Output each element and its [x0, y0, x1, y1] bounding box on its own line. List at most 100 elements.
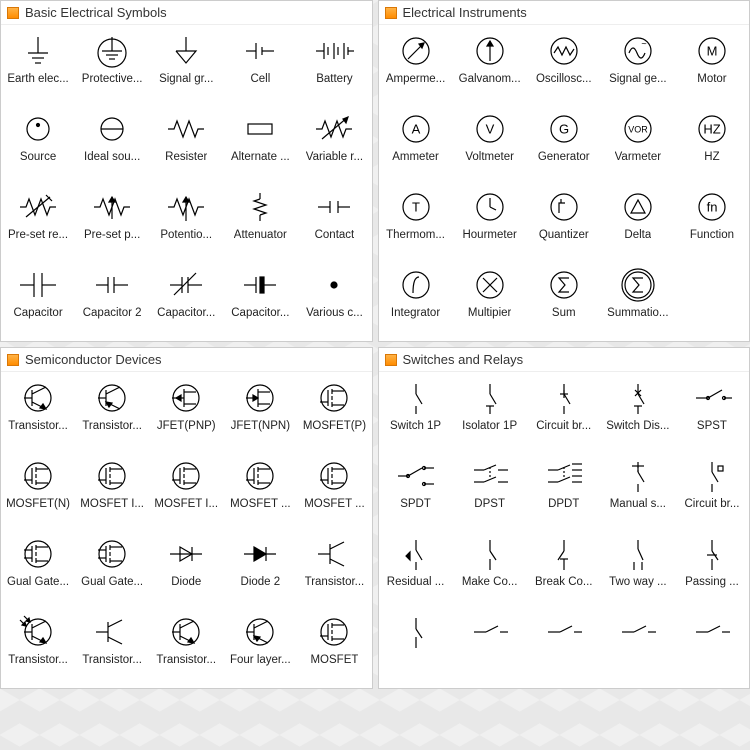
symbol-item[interactable]: Transistor...: [75, 374, 149, 452]
symbol-item[interactable]: Potentio...: [149, 183, 223, 261]
symbol-item[interactable]: Various c...: [297, 261, 371, 339]
symbol-item[interactable]: HZHZ: [675, 105, 749, 183]
symbol-item[interactable]: Cell: [223, 27, 297, 105]
symbol-item[interactable]: Capacitor...: [149, 261, 223, 339]
dpst-icon: [462, 456, 518, 496]
symbol-item[interactable]: Alternate ...: [223, 105, 297, 183]
symbol-item[interactable]: MOSFET: [297, 608, 371, 686]
symbol-item[interactable]: Variable r...: [297, 105, 371, 183]
symbol-item[interactable]: MOSFET I...: [149, 452, 223, 530]
symbol-item[interactable]: [527, 608, 601, 686]
symbol-label: Integrator: [391, 307, 440, 337]
symbol-item[interactable]: SPDT: [379, 452, 453, 530]
symbol-item[interactable]: Earth elec...: [1, 27, 75, 105]
symbol-label: Circuit br...: [536, 420, 591, 450]
symbol-item[interactable]: MOSFET I...: [75, 452, 149, 530]
symbol-label: Transistor...: [305, 576, 365, 606]
symbol-item[interactable]: JFET(NPN): [223, 374, 297, 452]
symbol-item[interactable]: Quantizer: [527, 183, 601, 261]
symbol-item[interactable]: Passing ...: [675, 530, 749, 608]
symbol-item[interactable]: Capacitor: [1, 261, 75, 339]
symbol-item[interactable]: Switch 1P: [379, 374, 453, 452]
symbol-item[interactable]: Make Co...: [453, 530, 527, 608]
symbol-item[interactable]: JFET(PNP): [149, 374, 223, 452]
symbol-item[interactable]: [675, 608, 749, 686]
symbol-item[interactable]: Four layer...: [223, 608, 297, 686]
symbol-item[interactable]: Signal gr...: [149, 27, 223, 105]
symbol-item[interactable]: Transistor...: [149, 608, 223, 686]
make-icon: [462, 534, 518, 574]
symbol-item[interactable]: Contact: [297, 183, 371, 261]
symbol-item[interactable]: Switch Dis...: [601, 374, 675, 452]
symbol-item[interactable]: Break Co...: [527, 530, 601, 608]
symbol-item[interactable]: MOSFET(N): [1, 452, 75, 530]
symbol-item[interactable]: Resister: [149, 105, 223, 183]
circ-icon: T: [388, 187, 444, 227]
symbol-item[interactable]: MOSFET ...: [297, 452, 371, 530]
symbol-item[interactable]: TThermom...: [379, 183, 453, 261]
symbol-label: Capacitor 2: [83, 307, 142, 337]
symbol-item[interactable]: GGenerator: [527, 105, 601, 183]
symbol-item[interactable]: Residual ...: [379, 530, 453, 608]
symbol-item[interactable]: Capacitor...: [223, 261, 297, 339]
panel-header[interactable]: Semiconductor Devices: [1, 348, 372, 372]
symbol-item[interactable]: [601, 608, 675, 686]
symbol-item[interactable]: Pre-set re...: [1, 183, 75, 261]
symbol-item[interactable]: Protective...: [75, 27, 149, 105]
symbol-item[interactable]: Transistor...: [1, 608, 75, 686]
symbol-item[interactable]: Summatio...: [601, 261, 675, 339]
pnp-icon: [84, 378, 140, 418]
symbol-item[interactable]: Circuit br...: [527, 374, 601, 452]
symbol-item[interactable]: Galvanom...: [453, 27, 527, 105]
symbol-item[interactable]: Diode: [149, 530, 223, 608]
twoway-icon: [610, 534, 666, 574]
panel-header[interactable]: Electrical Instruments: [379, 1, 750, 25]
symbol-item[interactable]: MMotor: [675, 27, 749, 105]
symbol-item[interactable]: [453, 608, 527, 686]
symbol-item[interactable]: Transistor...: [297, 530, 371, 608]
symbol-label: Pre-set re...: [8, 229, 68, 259]
symbol-item[interactable]: Attenuator: [223, 183, 297, 261]
symbol-item[interactable]: Amperme...: [379, 27, 453, 105]
attenuator-icon: [232, 187, 288, 227]
symbol-item[interactable]: VVoltmeter: [453, 105, 527, 183]
symbol-item[interactable]: Capacitor 2: [75, 261, 149, 339]
symbol-item[interactable]: Isolator 1P: [453, 374, 527, 452]
symbol-label: Make Co...: [462, 576, 518, 606]
source-icon: [10, 109, 66, 149]
mosfet-g2-icon: [306, 456, 362, 496]
symbol-label: MOSFET I...: [154, 498, 218, 528]
symbol-item[interactable]: Battery: [297, 27, 371, 105]
symbol-item[interactable]: VORVarmeter: [601, 105, 675, 183]
symbol-item[interactable]: Oscillosc...: [527, 27, 601, 105]
symbol-item[interactable]: Source: [1, 105, 75, 183]
alternate-resistor-icon: [232, 109, 288, 149]
symbol-item[interactable]: Pre-set p...: [75, 183, 149, 261]
symbol-item[interactable]: Diode 2: [223, 530, 297, 608]
symbol-item[interactable]: MOSFET(P): [297, 374, 371, 452]
panel-header[interactable]: Switches and Relays: [379, 348, 750, 372]
symbol-item[interactable]: Manual s...: [601, 452, 675, 530]
panel-header[interactable]: Basic Electrical Symbols: [1, 1, 372, 25]
symbol-item[interactable]: Integrator: [379, 261, 453, 339]
symbol-item[interactable]: Transistor...: [75, 608, 149, 686]
panel-title: Switches and Relays: [403, 352, 524, 367]
symbol-item[interactable]: Sum: [527, 261, 601, 339]
symbol-item[interactable]: DPDT: [527, 452, 601, 530]
symbol-item[interactable]: AAmmeter: [379, 105, 453, 183]
symbol-item[interactable]: [379, 608, 453, 686]
symbol-item[interactable]: MOSFET ...: [223, 452, 297, 530]
symbol-item[interactable]: Circuit br...: [675, 452, 749, 530]
symbol-item[interactable]: Multipier: [453, 261, 527, 339]
symbol-item[interactable]: Hourmeter: [453, 183, 527, 261]
symbol-item[interactable]: Gual Gate...: [75, 530, 149, 608]
symbol-item[interactable]: SPST: [675, 374, 749, 452]
symbol-item[interactable]: fnFunction: [675, 183, 749, 261]
symbol-item[interactable]: Two way ...: [601, 530, 675, 608]
symbol-item[interactable]: Gual Gate...: [1, 530, 75, 608]
symbol-item[interactable]: Ideal sou...: [75, 105, 149, 183]
symbol-item[interactable]: Transistor...: [1, 374, 75, 452]
symbol-item[interactable]: Delta: [601, 183, 675, 261]
symbol-item[interactable]: DPST: [453, 452, 527, 530]
symbol-item[interactable]: Signal ge...: [601, 27, 675, 105]
